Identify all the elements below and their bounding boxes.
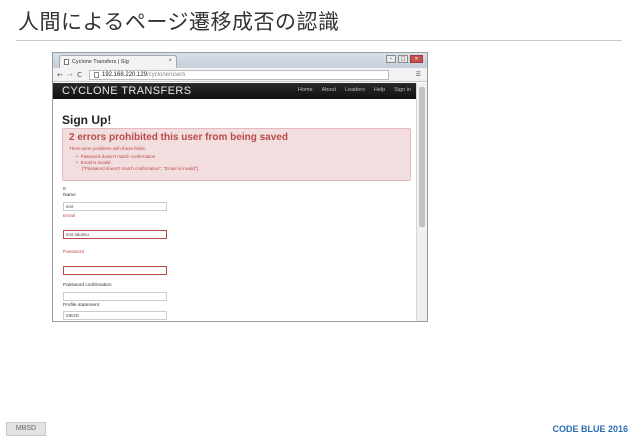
site-navbar: CYCLONE TRANSFERS Home About Leaders Hel… — [53, 83, 417, 99]
window-controls: – □ × — [386, 55, 423, 63]
slide-title: 人間によるページ遷移成否の認識 — [18, 10, 340, 34]
password-field[interactable] — [63, 266, 167, 275]
menu-icon[interactable]: ☰ — [416, 71, 421, 78]
password-confirmation-field[interactable] — [63, 292, 167, 301]
browser-window: Cyclone Transfers | Sig × – □ × ← → C 19… — [52, 52, 428, 322]
url-path: /cyclone/users — [147, 72, 186, 78]
page-heading: Sign Up! — [62, 113, 112, 127]
nav-home[interactable]: Home — [298, 87, 313, 93]
footer-logo: MBSD — [6, 422, 46, 436]
footer-event: CODE BLUE 2016 — [552, 424, 628, 434]
nav-sign-in[interactable]: Sign in — [394, 87, 411, 93]
email-label: Email — [63, 214, 75, 219]
back-arrow-icon[interactable]: ← — [57, 71, 63, 79]
page-viewport: CYCLONE TRANSFERS Home About Leaders Hel… — [53, 83, 417, 321]
site-nav: Home About Leaders Help Sign in — [298, 87, 411, 93]
form-marker: 0 — [63, 187, 66, 192]
close-tab-icon[interactable]: × — [168, 58, 172, 64]
reload-icon[interactable]: C — [77, 71, 82, 79]
browser-tab[interactable]: Cyclone Transfers | Sig × — [59, 55, 177, 68]
nav-about[interactable]: About — [322, 87, 336, 93]
alert-list: Password doesn't match confirmation Emai… — [76, 154, 198, 172]
nav-leaders[interactable]: Leaders — [345, 87, 365, 93]
page-icon — [64, 59, 69, 65]
name-label: Name — [63, 193, 76, 198]
alert-title: 2 errors prohibited this user from being… — [69, 132, 288, 143]
title-divider — [16, 40, 622, 41]
tab-strip: Cyclone Transfers | Sig × – □ × — [53, 53, 427, 68]
scrollbar-thumb[interactable] — [419, 87, 425, 227]
profile-statement-field[interactable]: MBSD — [63, 311, 167, 320]
page-icon — [94, 72, 99, 78]
email-field[interactable]: test.takatsu — [63, 230, 167, 239]
maximize-button[interactable]: □ — [398, 55, 408, 63]
name-field[interactable]: test — [63, 202, 167, 211]
error-alert: 2 errors prohibited this user from being… — [62, 128, 411, 181]
tab-title: Cyclone Transfers | Sig — [72, 59, 129, 65]
forward-arrow-icon[interactable]: → — [67, 71, 73, 79]
profile-statement-label: Profile statement — [63, 303, 99, 308]
password-label: Password — [63, 250, 85, 255]
alert-subtitle: There were problems with these fields: — [69, 146, 147, 151]
minimize-button[interactable]: – — [386, 55, 396, 63]
url-host: 192.168.220.129 — [102, 72, 148, 78]
address-bar[interactable]: 192.168.220.129/cyclone/users — [89, 70, 389, 80]
alert-raw-errors: ["Password doesn't match confirmation", … — [82, 166, 198, 171]
slide: 人間によるページ遷移成否の認識 Cyclone Transfers | Sig … — [0, 0, 638, 442]
browser-toolbar: ← → C 192.168.220.129/cyclone/users ☰ — [53, 68, 427, 82]
vertical-scrollbar[interactable] — [416, 83, 427, 321]
nav-help[interactable]: Help — [374, 87, 385, 93]
site-brand[interactable]: CYCLONE TRANSFERS — [62, 85, 191, 97]
password-confirmation-label: Password confirmation — [63, 283, 112, 288]
close-window-button[interactable]: × — [410, 55, 423, 63]
